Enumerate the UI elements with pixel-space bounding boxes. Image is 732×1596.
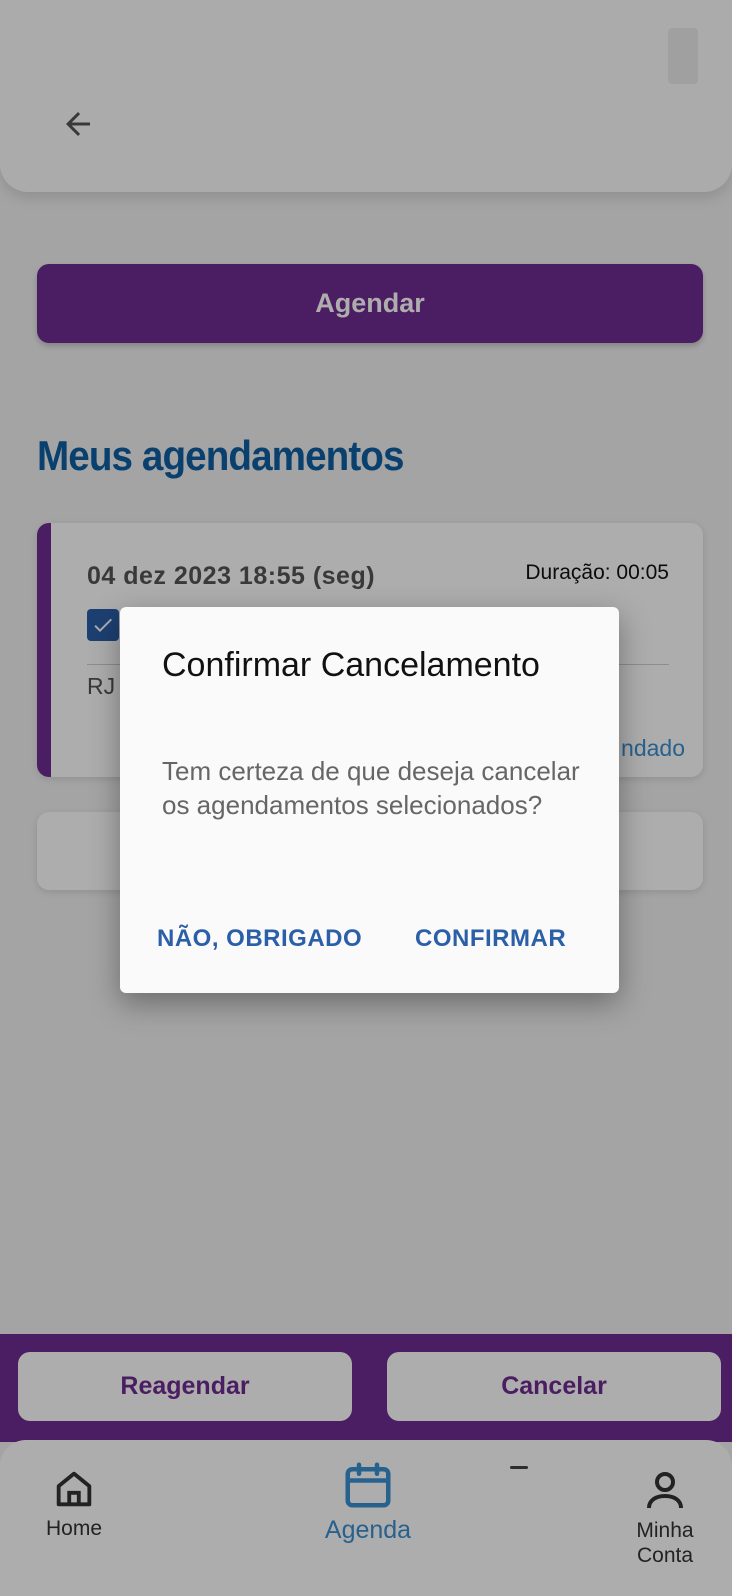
confirm-button[interactable]: CONFIRMAR — [415, 925, 566, 953]
decline-button[interactable]: NÃO, OBRIGADO — [157, 925, 362, 953]
dialog-message: Tem certeza de que deseja cancelar os ag… — [162, 756, 580, 820]
confirm-cancel-dialog: Confirmar Cancelamento Tem certeza de qu… — [120, 607, 619, 993]
dialog-title: Confirmar Cancelamento — [162, 646, 540, 684]
